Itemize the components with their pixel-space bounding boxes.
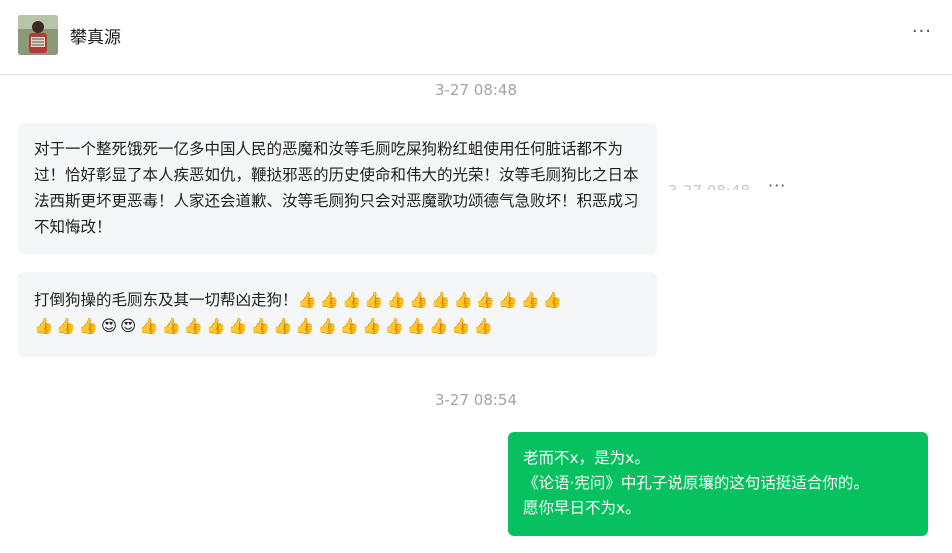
contact-name: 攀真源: [70, 28, 121, 48]
contact-avatar[interactable]: [18, 15, 58, 55]
message-line: 老而不x，是为x。: [523, 449, 650, 467]
thumbs-up-emoji-row: 👍👍👍😍😍👍👍👍👍👍👍👍👍👍👍👍👍👍👍👍👍: [34, 317, 497, 335]
chat-header: 攀真源 ···: [0, 0, 952, 75]
message-line: 打倒狗操的毛厕东及其一切帮凶走狗！👍👍👍👍👍👍👍👍👍👍👍👍: [34, 287, 641, 313]
message-timestamp: 3-27 08:48: [434, 81, 518, 99]
message-line: 《论语·宪问》中孔子说原壤的这句话挺适合你的。: [523, 474, 869, 492]
message-hover-time: 3-27 08:48: [668, 176, 750, 190]
message-text: 打倒狗操的毛厕东及其一切帮凶走狗！: [34, 291, 298, 309]
message-timestamp: 3-27 08:54: [434, 391, 518, 409]
more-options-icon[interactable]: ···: [912, 22, 932, 42]
message-text: 对于一个整死饿死一亿多中国人民的恶魔和汝等毛厕吃屎狗粉红蛆使用任何脏话都不为过！…: [34, 140, 639, 236]
message-line: 愿你早日不为x。: [523, 499, 641, 517]
incoming-message-bubble[interactable]: 打倒狗操的毛厕东及其一切帮凶走狗！👍👍👍👍👍👍👍👍👍👍👍👍 👍👍👍😍😍👍👍👍👍👍…: [18, 272, 657, 357]
message-line: 👍👍👍😍😍👍👍👍👍👍👍👍👍👍👍👍👍👍👍👍👍: [34, 313, 641, 339]
message-more-icon[interactable]: ···: [768, 176, 786, 196]
avatar-photo-icon: [18, 15, 58, 55]
incoming-message-bubble[interactable]: 对于一个整死饿死一亿多中国人民的恶魔和汝等毛厕吃屎狗粉红蛆使用任何脏话都不为过！…: [18, 123, 657, 254]
thumbs-up-emoji-row: 👍👍👍👍👍👍👍👍👍👍👍👍: [297, 291, 566, 309]
outgoing-message-bubble[interactable]: 老而不x，是为x。 《论语·宪问》中孔子说原壤的这句话挺适合你的。 愿你早日不为…: [508, 432, 928, 536]
